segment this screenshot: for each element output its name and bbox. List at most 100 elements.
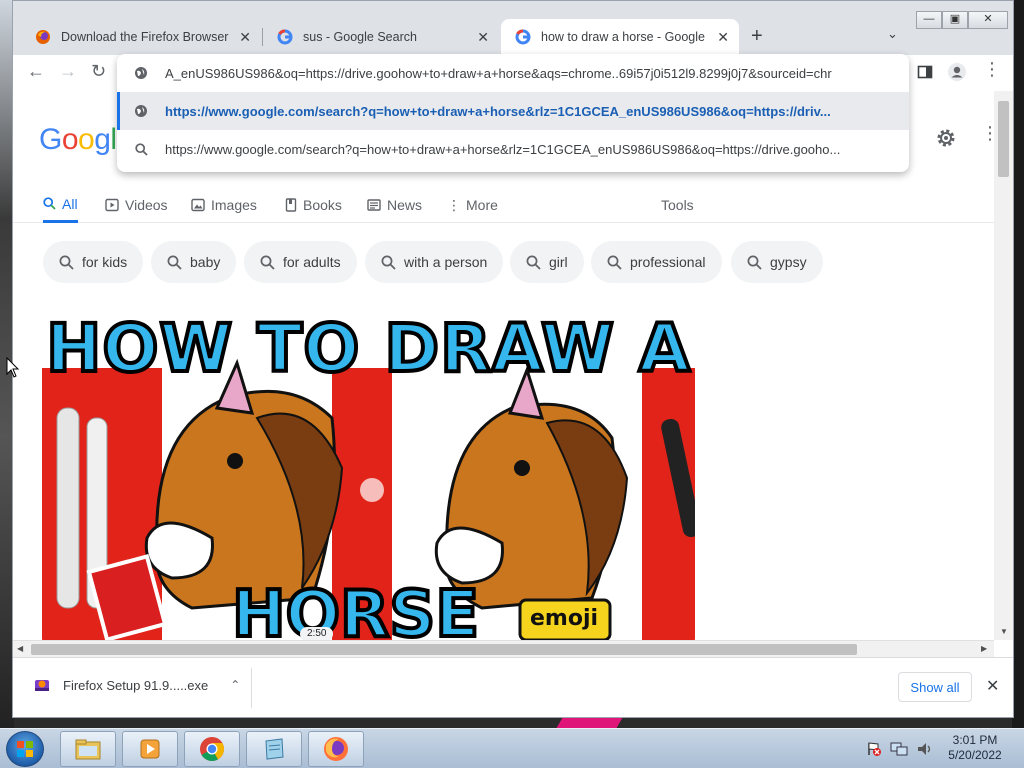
video-icon: [105, 198, 119, 212]
taskbar-clock[interactable]: 3:01 PM 5/20/2022: [940, 733, 1010, 763]
show-all-button[interactable]: Show all: [898, 672, 972, 702]
chip-label: baby: [190, 254, 221, 270]
chip-label: professional: [630, 254, 706, 270]
new-tab-button[interactable]: +: [751, 25, 763, 48]
chip-label: for kids: [82, 254, 128, 270]
omnibox-input[interactable]: A_enUS986US986&oq=https://drive.goohow+t…: [165, 66, 840, 81]
close-window-button[interactable]: ✕: [968, 11, 1008, 29]
tab-close-icon[interactable]: ✕: [717, 29, 729, 46]
tab-news[interactable]: News: [367, 187, 422, 223]
clock-time: 3:01 PM: [952, 733, 998, 747]
tab-sus-search[interactable]: sus - Google Search ✕: [263, 19, 499, 55]
tools-button[interactable]: Tools: [661, 197, 694, 213]
network-icon[interactable]: [890, 741, 908, 757]
horizontal-scroll-thumb[interactable]: [31, 644, 857, 655]
taskbar-notepad[interactable]: [246, 731, 302, 767]
refinement-chip[interactable]: for adults: [244, 241, 357, 283]
tab-books[interactable]: Books: [285, 187, 342, 223]
scroll-left-arrow-icon[interactable]: ◀: [17, 644, 23, 653]
horizontal-scrollbar[interactable]: ◀ ▶: [13, 640, 994, 657]
taskbar-explorer[interactable]: [60, 731, 116, 767]
video-thumbnail[interactable]: HOW TO DRAW A HORSE emoji: [42, 308, 695, 640]
refinement-chip[interactable]: professional: [591, 241, 722, 283]
tab-videos[interactable]: Videos: [105, 187, 168, 223]
video-duration-badge: 2:50: [300, 627, 334, 640]
tab-strip: — ▣ ✕ Download the Firefox Browser in ✕ …: [13, 1, 1013, 55]
tab-label: All: [62, 195, 78, 212]
media-player-icon: [140, 739, 160, 759]
logo-letter: o: [61, 123, 79, 156]
book-icon: [285, 198, 297, 212]
scroll-right-arrow-icon[interactable]: ▶: [981, 644, 987, 653]
folder-icon: [75, 739, 101, 760]
windows-logo-icon: [17, 741, 33, 757]
omnibox-suggestion[interactable]: https://www.google.com/search?q=how+to+d…: [117, 92, 909, 130]
scroll-down-arrow-icon[interactable]: ▼: [1000, 627, 1008, 636]
tab-search-chevron-icon[interactable]: ⌄: [887, 26, 898, 42]
side-panel-icon[interactable]: [917, 64, 933, 80]
vertical-scrollbar[interactable]: ▼: [994, 91, 1013, 640]
download-divider: [251, 668, 252, 708]
back-button[interactable]: ←: [27, 61, 45, 82]
taskbar-chrome[interactable]: [184, 731, 240, 767]
tab-title: how to draw a horse - Google Se: [541, 30, 710, 44]
tab-label: Books: [303, 197, 342, 213]
more-options-icon[interactable]: ⋮: [981, 124, 994, 142]
tab-close-icon[interactable]: ✕: [477, 29, 489, 46]
omnibox-dropdown: A_enUS986US986&oq=https://drive.goohow+t…: [117, 54, 909, 172]
omnibox-input-row[interactable]: A_enUS986US986&oq=https://drive.goohow+t…: [117, 54, 909, 92]
chip-label: gypsy: [770, 254, 807, 270]
mouse-cursor-icon: [6, 357, 20, 378]
tab-horse-search[interactable]: how to draw a horse - Google Se ✕: [501, 19, 739, 55]
maximize-button[interactable]: ▣: [942, 11, 968, 29]
vertical-scroll-thumb[interactable]: [998, 101, 1009, 177]
firefox-icon: [36, 30, 50, 44]
tab-close-icon[interactable]: ✕: [239, 29, 251, 46]
search-results-page: Googl ⋮ All Videos Images Books: [13, 91, 994, 640]
thumbnail-title-text: HOW TO DRAW A: [44, 308, 692, 389]
more-vert-icon: ⋮: [447, 196, 461, 213]
taskbar-media-player[interactable]: [122, 731, 178, 767]
news-icon: [367, 199, 381, 211]
start-button[interactable]: [6, 731, 44, 767]
settings-gear-icon[interactable]: [935, 127, 957, 149]
taskbar-firefox[interactable]: [308, 731, 364, 767]
download-item[interactable]: Firefox Setup 91.9.....exe ⌃: [33, 676, 240, 694]
search-icon: [167, 255, 182, 270]
forward-button[interactable]: →: [59, 61, 77, 82]
refinement-chip[interactable]: gypsy: [731, 241, 823, 283]
search-icon: [59, 255, 74, 270]
chip-label: for adults: [283, 254, 341, 270]
tab-images[interactable]: Images: [191, 187, 257, 223]
tab-title: Download the Firefox Browser in: [61, 30, 232, 44]
chrome-menu-icon[interactable]: ⋮: [983, 59, 1001, 80]
globe-icon: [117, 104, 165, 118]
download-bar: Firefox Setup 91.9.....exe ⌃ Show all ✕: [13, 657, 1013, 717]
tab-label: More: [466, 197, 498, 213]
suggestion-text: https://www.google.com/search?q=how+to+d…: [165, 141, 841, 157]
refinement-chip[interactable]: girl: [510, 241, 584, 283]
google-logo[interactable]: Googl: [39, 123, 117, 157]
refinement-chip[interactable]: for kids: [43, 241, 144, 283]
tab-firefox-download[interactable]: Download the Firefox Browser in ✕: [21, 19, 261, 55]
refinement-chip[interactable]: with a person: [365, 241, 504, 283]
profile-avatar-icon[interactable]: [947, 62, 967, 82]
tab-all[interactable]: All: [43, 187, 78, 223]
action-center-flag-icon[interactable]: [866, 741, 882, 757]
tab-label: Images: [211, 197, 257, 213]
browser-window: — ▣ ✕ Download the Firefox Browser in ✕ …: [12, 0, 1014, 718]
logo-letter: g: [94, 123, 111, 156]
volume-icon[interactable]: [916, 741, 934, 757]
omnibox-suggestion[interactable]: https://www.google.com/search?q=how+to+d…: [117, 130, 909, 168]
close-download-bar-icon[interactable]: ✕: [986, 676, 999, 696]
tab-label: Videos: [125, 197, 168, 213]
reload-button[interactable]: ↻: [91, 61, 106, 82]
tab-title: sus - Google Search: [303, 30, 417, 44]
tab-more[interactable]: ⋮ More: [447, 187, 498, 223]
logo-letter: o: [78, 123, 95, 156]
chevron-up-icon[interactable]: ⌃: [230, 678, 240, 692]
minimize-button[interactable]: —: [916, 11, 942, 29]
refinement-chip[interactable]: baby: [151, 241, 237, 283]
chip-label: girl: [549, 254, 568, 270]
search-icon: [747, 255, 762, 270]
